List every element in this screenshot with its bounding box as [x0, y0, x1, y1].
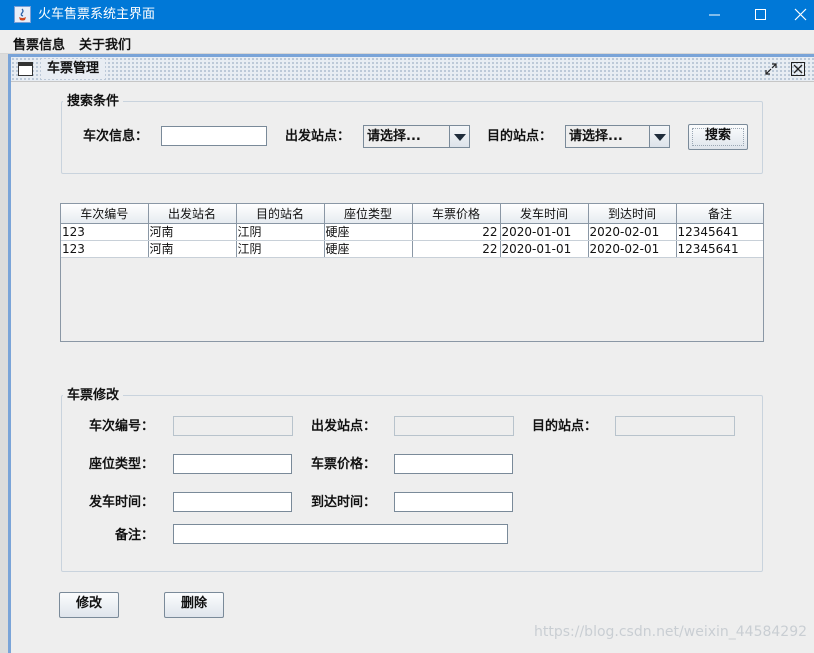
chevron-down-icon[interactable]	[449, 126, 469, 147]
menu-about-us[interactable]: 关于我们	[79, 34, 131, 53]
column-header[interactable]: 出发站名	[148, 204, 237, 224]
watermark: https://blog.csdn.net/weixin_44584292	[534, 624, 808, 640]
column-header[interactable]: 车次编号	[61, 204, 149, 224]
ticket-table-grid: 车次编号 出发站名 目的站名 座位类型 车票价格 发车时间 到达时间 备注 12…	[61, 204, 763, 258]
note-field[interactable]	[173, 524, 508, 544]
close-frame-icon	[791, 62, 805, 76]
train-info-label: 车次信息：	[83, 129, 149, 144]
depart-time-input[interactable]	[174, 493, 291, 511]
edit-group-title: 车票修改	[63, 388, 124, 404]
menubar: 售票信息 关于我们	[0, 30, 814, 54]
java-app-icon	[14, 6, 31, 23]
minimize-button[interactable]	[692, 0, 738, 30]
edit-to-input	[616, 417, 734, 435]
train-info-field[interactable]	[161, 126, 267, 146]
table-cell[interactable]: 硬座	[324, 223, 413, 241]
minimize-icon	[709, 14, 720, 16]
close-button[interactable]	[784, 0, 814, 30]
column-header[interactable]: 到达时间	[588, 204, 677, 224]
column-header[interactable]: 座位类型	[324, 204, 413, 224]
frame-icon	[18, 62, 33, 76]
table-cell[interactable]: 河南	[148, 223, 237, 241]
edit-to-field	[615, 416, 735, 436]
note-input[interactable]	[174, 525, 507, 543]
table-cell[interactable]: 2020-02-01	[588, 240, 677, 258]
delete-button-label: 删除	[180, 596, 207, 611]
desktop-background	[0, 54, 8, 653]
internal-frame-title: 车票管理	[41, 59, 106, 79]
modify-button[interactable]: 修改	[59, 592, 119, 618]
depart-time-label: 发车时间：	[89, 495, 155, 510]
seat-type-label: 座位类型：	[89, 457, 155, 472]
arrive-time-field[interactable]	[394, 492, 513, 512]
maximize-button[interactable]	[738, 0, 784, 30]
restore-frame-button[interactable]	[763, 61, 779, 77]
search-button[interactable]: 搜索	[688, 124, 748, 150]
to-station-value: 请选择...	[569, 129, 623, 144]
from-station-label: 出发站点：	[285, 129, 351, 144]
close-icon	[794, 8, 807, 21]
seat-type-field[interactable]	[173, 454, 292, 474]
column-header[interactable]: 目的站名	[236, 204, 325, 224]
maximize-icon	[755, 9, 766, 20]
table-header-row: 车次编号 出发站名 目的站名 座位类型 车票价格 发车时间 到达时间 备注	[61, 204, 763, 224]
table-cell[interactable]: 22	[412, 240, 501, 258]
price-field[interactable]	[394, 454, 513, 474]
arrive-time-input[interactable]	[395, 493, 512, 511]
search-button-label: 搜索	[704, 128, 731, 143]
from-station-select[interactable]: 请选择...	[363, 125, 470, 148]
price-input[interactable]	[395, 455, 512, 473]
to-station-label: 目的站点：	[487, 129, 553, 144]
menu-ticket-info[interactable]: 售票信息	[13, 34, 65, 53]
table-cell[interactable]: 123	[61, 240, 149, 258]
window-title-bar[interactable]: 火车售票系统主界面	[0, 0, 814, 30]
ticket-table[interactable]: 车次编号 出发站名 目的站名 座位类型 车票价格 发车时间 到达时间 备注 12…	[60, 203, 764, 342]
from-station-value: 请选择...	[367, 129, 421, 144]
table-cell[interactable]: 江阴	[236, 223, 325, 241]
internal-frame-title-bar[interactable]: 车票管理	[11, 57, 814, 82]
table-cell[interactable]: 江阴	[236, 240, 325, 258]
train-no-input	[174, 417, 292, 435]
table-cell[interactable]: 2020-01-01	[500, 240, 589, 258]
train-no-field	[173, 416, 293, 436]
modify-button-label: 修改	[75, 596, 102, 611]
window-title: 火车售票系统主界面	[38, 7, 156, 22]
price-label: 车票价格：	[311, 457, 377, 472]
edit-from-field	[394, 416, 514, 436]
train-info-input[interactable]	[162, 127, 266, 145]
column-header[interactable]: 车票价格	[412, 204, 501, 224]
depart-time-field[interactable]	[173, 492, 292, 512]
note-label: 备注：	[115, 528, 155, 543]
edit-from-label: 出发站点：	[311, 419, 377, 434]
restore-icon	[765, 63, 777, 75]
table-cell[interactable]: 12345641	[676, 223, 763, 241]
edit-to-label: 目的站点：	[532, 419, 598, 434]
edit-from-input	[395, 417, 513, 435]
table-cell[interactable]: 河南	[148, 240, 237, 258]
column-header[interactable]: 发车时间	[500, 204, 589, 224]
table-cell[interactable]: 2020-02-01	[588, 223, 677, 241]
table-row[interactable]: 123 河南 江阴 硬座 22 2020-01-01 2020-02-01 12…	[61, 240, 763, 258]
chevron-down-icon[interactable]	[649, 126, 669, 147]
table-cell[interactable]: 12345641	[676, 240, 763, 258]
table-cell[interactable]: 硬座	[324, 240, 413, 258]
table-cell[interactable]: 22	[412, 223, 501, 241]
close-frame-button[interactable]	[790, 61, 806, 77]
table-cell[interactable]: 2020-01-01	[500, 223, 589, 241]
delete-button[interactable]: 删除	[164, 592, 224, 618]
seat-type-input[interactable]	[174, 455, 291, 473]
to-station-select[interactable]: 请选择...	[565, 125, 670, 148]
column-header[interactable]: 备注	[676, 204, 763, 224]
train-no-label: 车次编号：	[89, 419, 155, 434]
arrive-time-label: 到达时间：	[311, 495, 377, 510]
search-group-title: 搜索条件	[63, 94, 124, 110]
table-row[interactable]: 123 河南 江阴 硬座 22 2020-01-01 2020-02-01 12…	[61, 223, 763, 241]
table-cell[interactable]: 123	[61, 223, 149, 241]
